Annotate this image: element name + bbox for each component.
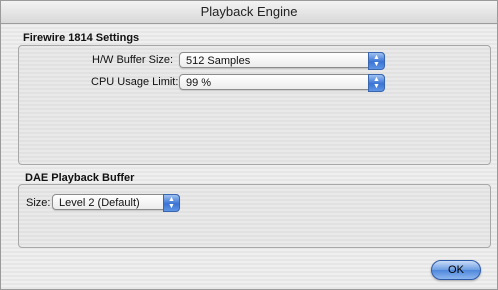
dae-size-popup[interactable]: Level 2 (Default) ▲ ▼ bbox=[52, 194, 180, 212]
cpu-usage-limit-label: CPU Usage Limit: bbox=[91, 76, 179, 88]
hw-buffer-size-value: 512 Samples bbox=[186, 55, 251, 67]
popup-arrows-icon: ▲ ▼ bbox=[368, 74, 385, 92]
ok-button[interactable]: OK bbox=[431, 260, 481, 280]
dae-section-title: DAE Playback Buffer bbox=[25, 172, 135, 184]
firewire-section-title: Firewire 1814 Settings bbox=[23, 32, 140, 44]
window-title: Playback Engine bbox=[1, 1, 497, 24]
dae-playback-group: Size: Level 2 (Default) ▲ ▼ bbox=[18, 184, 491, 248]
popup-arrows-icon: ▲ ▼ bbox=[163, 194, 180, 212]
hw-buffer-size-label: H/W Buffer Size: bbox=[92, 54, 174, 66]
cpu-usage-limit-value: 99 % bbox=[186, 77, 212, 89]
firewire-settings-group: H/W Buffer Size: 512 Samples ▲ ▼ CPU Usag… bbox=[18, 45, 491, 165]
size-label: Size: bbox=[26, 197, 51, 209]
cpu-usage-limit-popup[interactable]: 99 % ▲ ▼ bbox=[179, 74, 385, 92]
popup-arrows-icon: ▲ ▼ bbox=[368, 52, 385, 70]
dae-size-value: Level 2 (Default) bbox=[59, 197, 140, 209]
playback-engine-window: Playback Engine Firewire 1814 Settings H… bbox=[0, 0, 498, 290]
hw-buffer-size-popup[interactable]: 512 Samples ▲ ▼ bbox=[179, 52, 385, 70]
